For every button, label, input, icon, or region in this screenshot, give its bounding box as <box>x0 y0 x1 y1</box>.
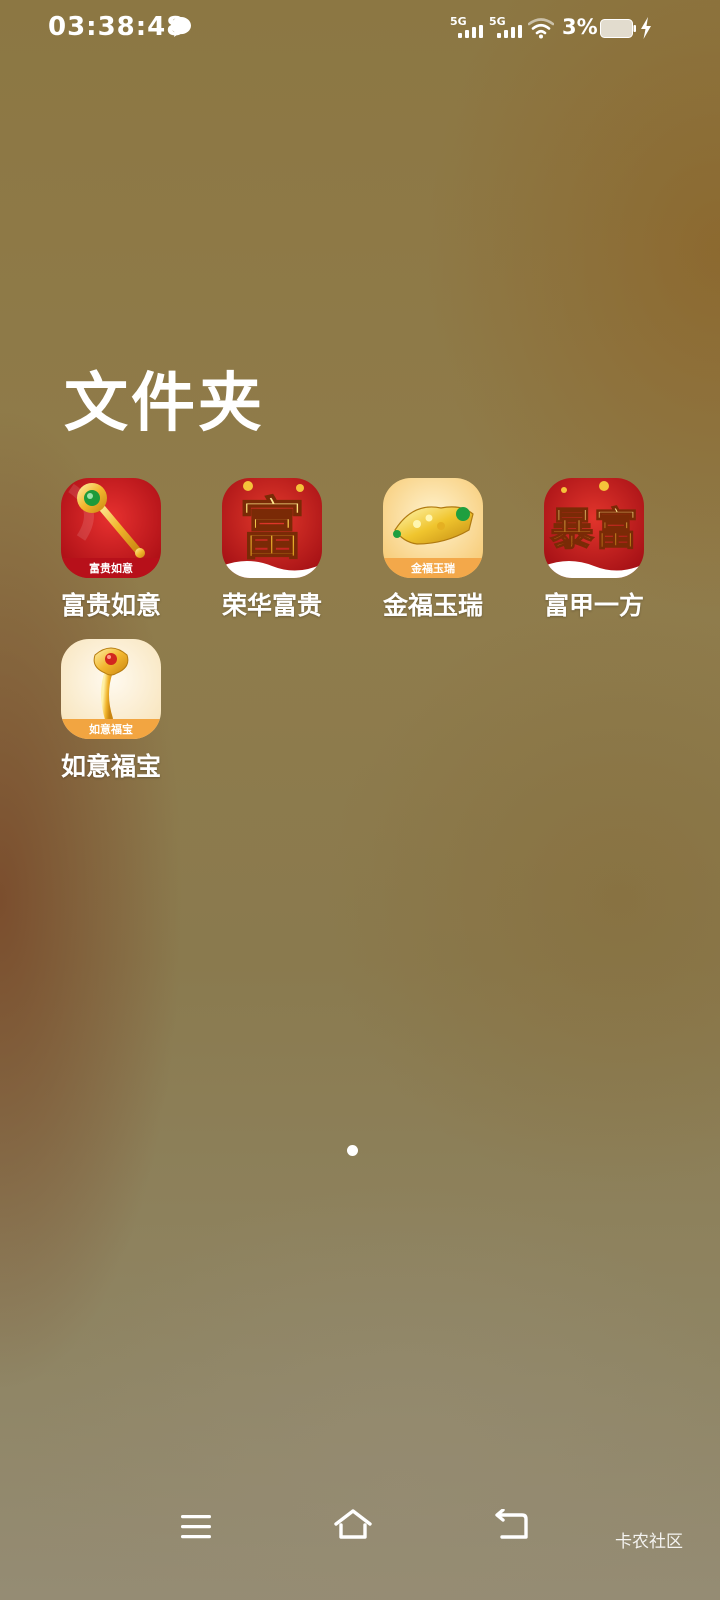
chat-bubble-icon <box>171 17 191 37</box>
app-ruyi-fubao[interactable]: 如意福宝 如意福宝 <box>46 639 176 789</box>
watermark: 卡农社区 <box>615 1532 683 1552</box>
app-fugui-ruyi[interactable]: 富贵如意 富贵如意 <box>46 478 176 628</box>
baofu-characters-red-icon: 暴富 <box>544 478 644 578</box>
app-label: 富甲一方 <box>543 591 644 620</box>
icon-caption: 暴富 <box>550 504 638 555</box>
status-time: 03:38:48 <box>48 12 186 42</box>
app-label: 荣华富贵 <box>221 591 322 620</box>
cellular-signal-icon: 5G <box>489 16 525 40</box>
app-jinfu-yurui[interactable]: 金福玉瑞 金福玉瑞 <box>368 478 498 628</box>
back-icon[interactable] <box>492 1509 530 1543</box>
app-label: 如意福宝 <box>60 752 161 781</box>
icon-caption: 富贵如意 <box>89 561 133 575</box>
golden-ruyi-cream-icon: 如意福宝 <box>61 639 161 739</box>
cellular-signal-icon: 5G <box>450 16 486 40</box>
page-indicator-dot <box>347 1145 358 1156</box>
battery-icon <box>600 19 636 38</box>
app-label: 富贵如意 <box>60 591 161 620</box>
wifi-icon <box>528 18 554 39</box>
app-label: 金福玉瑞 <box>382 591 483 620</box>
folder-title[interactable]: 文件夹 <box>64 352 265 444</box>
icon-caption: 金福玉瑞 <box>410 561 455 575</box>
golden-ruyi-red-icon: 富贵如意 <box>61 478 161 578</box>
status-bar: 03:38:48 5G 5G 3% <box>0 0 720 56</box>
app-fujia-yifang[interactable]: 暴富 富甲一方 <box>529 478 659 628</box>
charging-bolt-icon <box>641 17 651 39</box>
menu-icon[interactable] <box>180 1512 214 1542</box>
icon-caption: 如意福宝 <box>89 722 133 736</box>
icon-caption: 富 <box>239 490 305 568</box>
battery-percent: 3% <box>562 15 598 39</box>
gold-ingot-jade-icon: 金福玉瑞 <box>383 478 483 578</box>
home-icon[interactable] <box>333 1507 373 1543</box>
fu-character-red-icon: 富 <box>222 478 322 578</box>
app-ronghua-fugui[interactable]: 富 荣华富贵 <box>207 478 337 628</box>
